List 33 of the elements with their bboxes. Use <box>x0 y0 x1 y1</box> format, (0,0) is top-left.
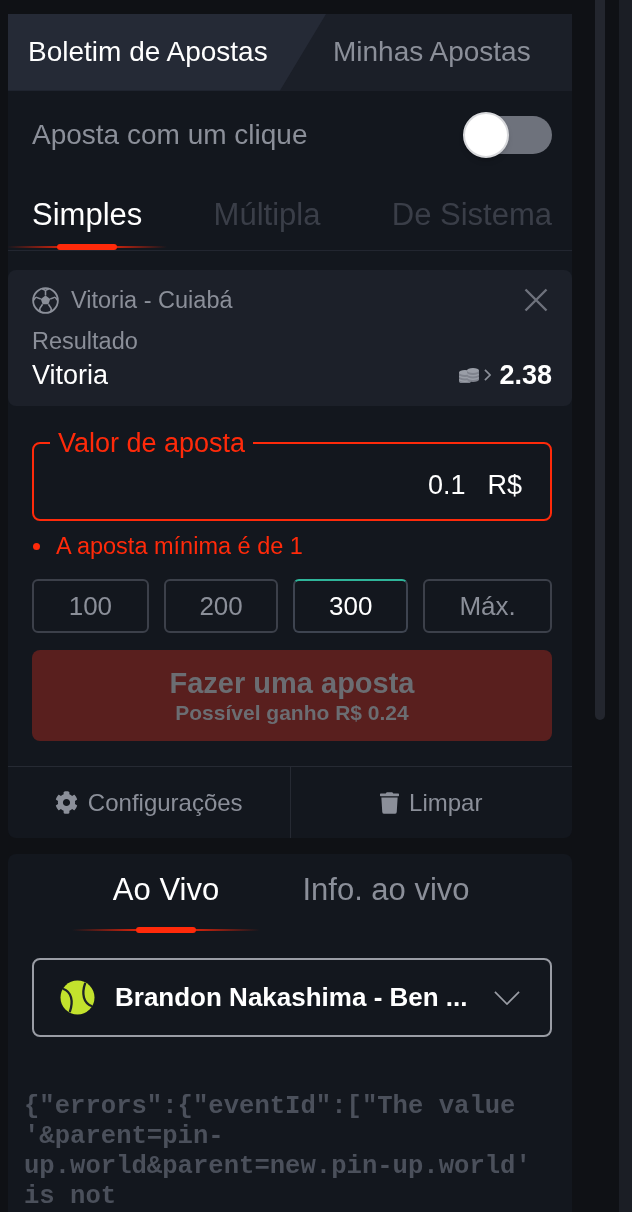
gear-icon <box>54 791 78 815</box>
event-select[interactable]: Brandon Nakashima - Ben ... <box>32 958 552 1037</box>
bullet-icon <box>33 542 40 550</box>
market-name: Resultado <box>32 327 138 356</box>
clear-button[interactable]: Limpar <box>289 767 572 838</box>
quick-amount-button[interactable]: 300 <box>293 579 409 634</box>
coins-icon <box>458 367 481 384</box>
quick-amount-button[interactable]: Máx. <box>423 579 552 634</box>
toggle-switch[interactable] <box>463 112 552 159</box>
scrollbar-thumb[interactable] <box>595 0 605 720</box>
settings-button[interactable]: Configurações <box>8 767 290 838</box>
odds-value: 2.38 <box>499 359 552 392</box>
close-icon <box>524 288 548 313</box>
tab[interactable]: Info. ao vivo <box>302 872 470 908</box>
quick-amount-button[interactable]: 200 <box>163 579 279 634</box>
outcome-name: Vitoria <box>32 359 109 392</box>
event-name: Vitoria - Cuiabá <box>71 285 233 315</box>
chevron-down-icon <box>494 990 520 1005</box>
error-message: A aposta mínima é de 1 <box>56 531 303 561</box>
tab[interactable]: Ao Vivo <box>112 872 220 908</box>
chevron-right-icon <box>484 369 492 382</box>
remove-button[interactable] <box>524 288 548 313</box>
one-click-label: Aposta com um clique <box>32 118 308 153</box>
stake-value: 0.1 <box>427 469 466 502</box>
field-label: Valor de aposta <box>57 427 247 460</box>
quick-amount-button[interactable]: 100 <box>32 579 149 634</box>
tennis-ball-icon <box>60 980 95 1015</box>
soccer-ball-icon <box>32 286 59 314</box>
tab[interactable]: Boletim de Apostas <box>8 14 326 91</box>
error-output: {"errors":{"eventId":["The value '&parent=pin-up.world&parent=new.pin-up.world' is not <box>24 1092 532 1212</box>
currency-label: R$ <box>487 469 522 502</box>
tab[interactable]: Simples <box>32 196 143 235</box>
trash-icon <box>380 791 400 814</box>
